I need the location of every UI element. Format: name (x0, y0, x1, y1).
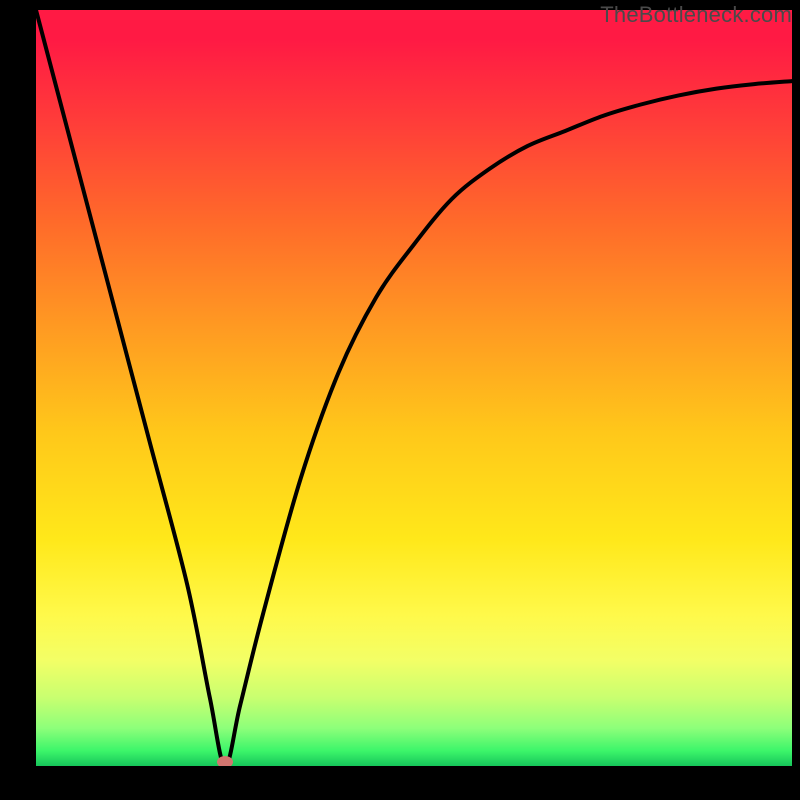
chart-stage: TheBottleneck.com (0, 0, 800, 800)
attribution-text: TheBottleneck.com (600, 2, 792, 28)
chart-overlay (36, 10, 792, 766)
bottleneck-curve (36, 10, 792, 766)
